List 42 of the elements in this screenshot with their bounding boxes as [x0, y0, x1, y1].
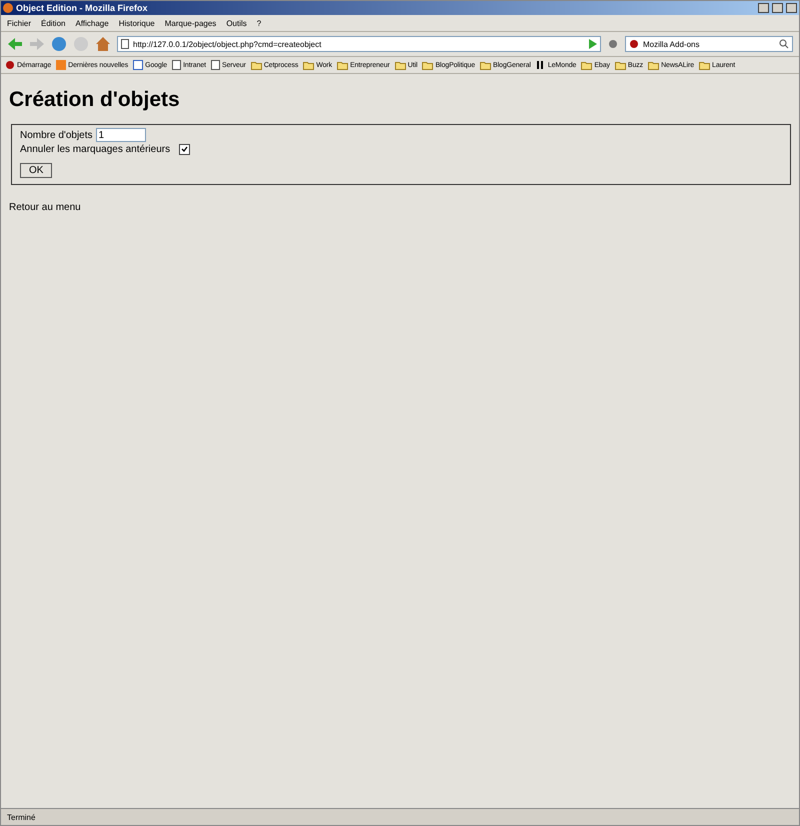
- page-icon: [121, 39, 129, 49]
- reset-checkbox[interactable]: [179, 144, 190, 155]
- menu-item[interactable]: Édition: [41, 18, 66, 28]
- page-icon: [172, 60, 182, 70]
- maximize-button[interactable]: [772, 3, 783, 13]
- window-title: Object Edition - Mozilla Firefox: [16, 3, 149, 13]
- back-link[interactable]: Retour au menu: [9, 202, 81, 213]
- page-icon: [133, 60, 144, 70]
- search-field[interactable]: Mozilla Add-ons: [625, 36, 793, 52]
- menu-item[interactable]: ?: [256, 18, 262, 28]
- folder-icon: [337, 60, 348, 70]
- close-button[interactable]: [786, 3, 797, 13]
- folder-icon: [648, 60, 660, 70]
- reset-label: Annuler les marquages antérieurs: [20, 144, 170, 155]
- search-icon[interactable]: [779, 39, 789, 49]
- menu-item[interactable]: Historique: [118, 18, 155, 28]
- ok-button[interactable]: OK: [20, 163, 52, 178]
- count-field[interactable]: 1: [96, 128, 146, 142]
- menu-item[interactable]: Outils: [226, 18, 247, 28]
- status-text: Terminé: [7, 812, 36, 822]
- menu-item[interactable]: Fichier: [7, 18, 32, 28]
- address-field[interactable]: http://127.0.0.1/2object/object.php?cmd=createobject: [117, 36, 601, 52]
- folder-icon: [699, 60, 710, 70]
- menu-item[interactable]: Affichage: [75, 18, 109, 28]
- folder-icon: [614, 60, 626, 70]
- search-engine-text: Mozilla Add-ons: [643, 40, 700, 48]
- minimize-button[interactable]: [758, 3, 769, 13]
- folder-icon: [422, 60, 434, 70]
- page-heading: Création d'objets: [9, 88, 181, 112]
- folder-icon: [303, 60, 314, 70]
- count-label: Nombre d'objets: [20, 130, 92, 140]
- go-icon[interactable]: [588, 39, 597, 49]
- page-icon: [211, 60, 220, 70]
- folder-icon: [581, 60, 592, 70]
- home-icon[interactable]: [95, 36, 111, 52]
- feed-icon: [56, 60, 66, 70]
- folder-icon: [480, 60, 492, 70]
- back-icon[interactable]: [7, 37, 23, 51]
- menu-item[interactable]: Marque-pages: [164, 18, 216, 28]
- folder-icon: [250, 60, 262, 70]
- folder-icon: [394, 60, 406, 70]
- url-text: http://127.0.0.1/2object/object.php?cmd=createobject: [133, 40, 322, 48]
